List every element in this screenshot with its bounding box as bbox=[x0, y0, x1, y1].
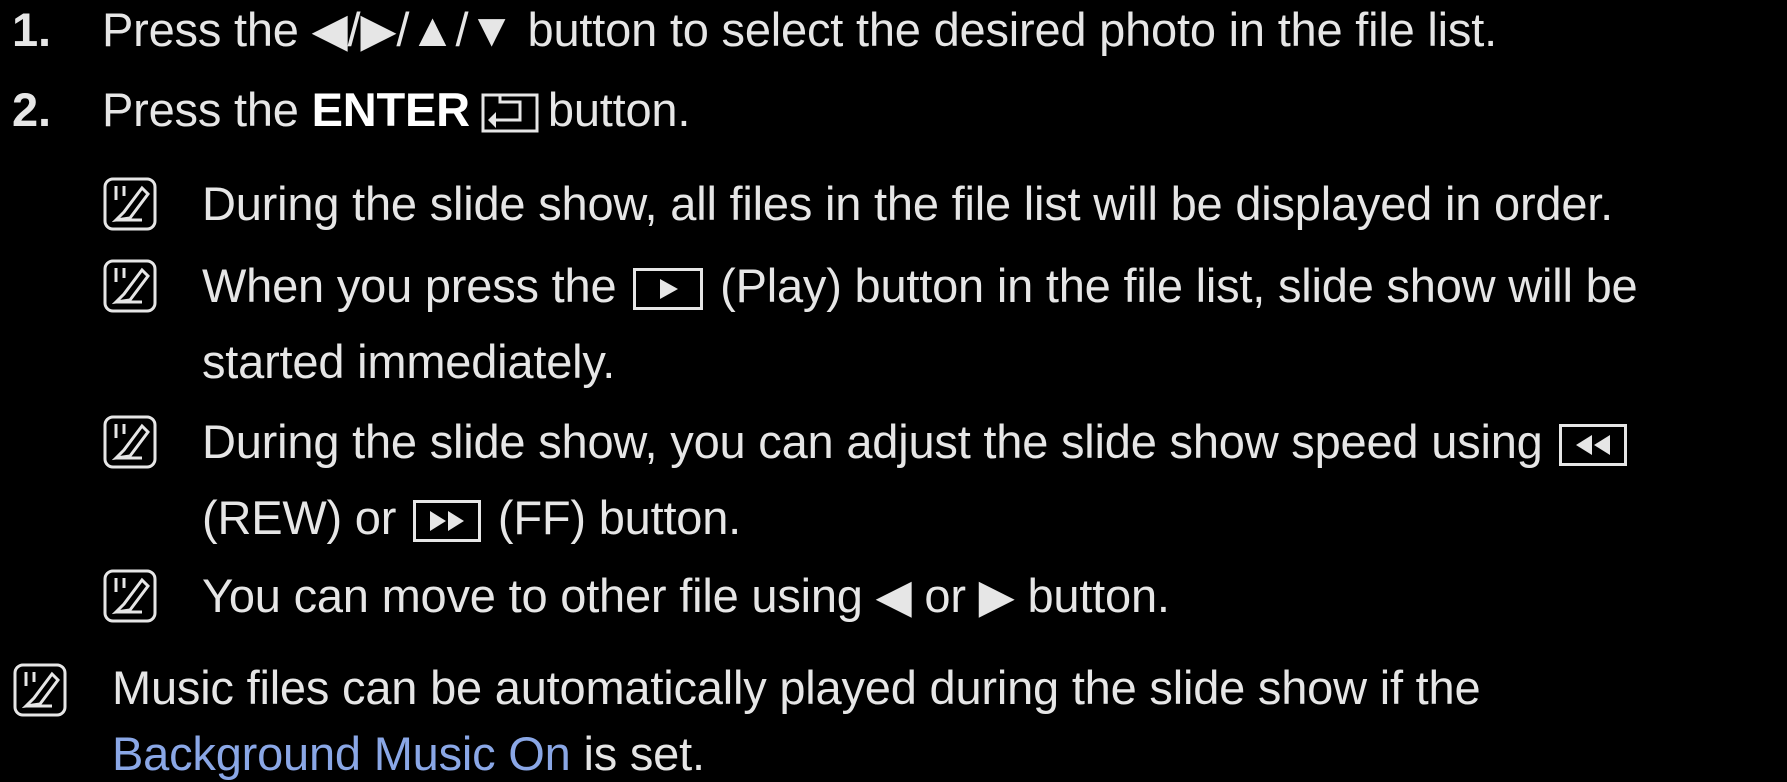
note-text-pre: During the slide show, you can adjust th… bbox=[202, 415, 1543, 468]
step-text-post: button. bbox=[547, 83, 691, 136]
enter-label: ENTER bbox=[311, 83, 470, 136]
note-icon bbox=[12, 662, 68, 718]
note-icon bbox=[102, 176, 158, 232]
final-note-line2: Background Music On is set. bbox=[112, 726, 705, 782]
step-2: 2. Press the ENTER button. bbox=[0, 82, 1787, 138]
note-line: During the slide show, you can adjust th… bbox=[202, 414, 1631, 470]
step-number: 2. bbox=[12, 83, 51, 136]
note-text-post: (Play) button in the file list, slide sh… bbox=[720, 259, 1638, 312]
note-icon bbox=[102, 568, 158, 624]
final-note-post: is set. bbox=[570, 727, 705, 780]
note-text-cont: (REW) or bbox=[202, 491, 397, 544]
note-text-pre: When you press the bbox=[202, 259, 617, 312]
play-button-icon bbox=[633, 268, 704, 310]
note-text-cont: started immediately. bbox=[202, 335, 616, 388]
step-text: Press the ◀/▶/▲/▼ button to select the d… bbox=[102, 3, 1497, 56]
note-text: You can move to other file using ◀ or ▶ … bbox=[202, 569, 1170, 622]
step-number: 1. bbox=[12, 3, 51, 56]
note-line-cont: (REW) or (FF) button. bbox=[202, 490, 741, 546]
final-note-line1: Music files can be automatically played … bbox=[112, 661, 1481, 714]
rewind-icon bbox=[1559, 424, 1628, 466]
note-text-end: (FF) button. bbox=[497, 491, 742, 544]
note-icon bbox=[102, 258, 158, 314]
background-music-link[interactable]: Background Music On bbox=[112, 727, 571, 780]
step-text-pre: Press the bbox=[102, 83, 312, 136]
enter-icon bbox=[480, 90, 540, 146]
note-line: When you press the (Play) button in the … bbox=[202, 258, 1638, 314]
fast-forward-icon bbox=[413, 500, 482, 542]
note-icon bbox=[102, 414, 158, 470]
note-text: During the slide show, all files in the … bbox=[202, 177, 1613, 230]
